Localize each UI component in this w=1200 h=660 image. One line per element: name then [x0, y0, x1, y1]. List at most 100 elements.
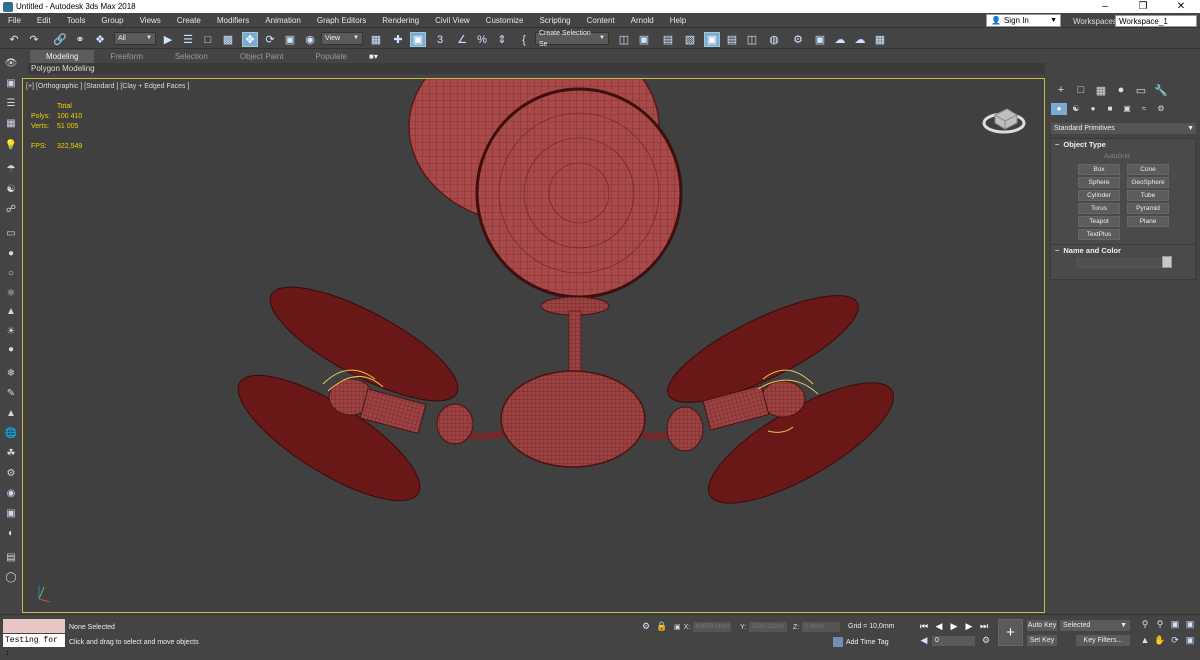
lights-icon[interactable]: ●	[1085, 103, 1101, 115]
undo-icon[interactable]: ↶	[6, 32, 22, 47]
menu-file[interactable]: File	[0, 13, 29, 28]
display-geometry-icon[interactable]: ☂	[4, 164, 18, 176]
sphere-button[interactable]: Sphere	[1078, 177, 1120, 188]
textplus-button[interactable]: TextPlus	[1078, 229, 1120, 240]
motion-tab-icon[interactable]: ●	[1111, 84, 1131, 97]
display-none-icon[interactable]: ▣	[4, 78, 18, 90]
render-setup-icon[interactable]: ⚙	[790, 32, 806, 47]
display-list-icon[interactable]: ☰	[4, 98, 18, 110]
menu-create[interactable]: Create	[169, 13, 209, 28]
set-keys-button[interactable]: +	[998, 619, 1023, 646]
create-tab-icon[interactable]: +	[1051, 84, 1071, 97]
render-production-icon[interactable]: ☁	[832, 32, 848, 47]
key-set-dropdown[interactable]: Selected ▼	[1060, 620, 1130, 631]
tab-freeform[interactable]: Freeform	[94, 50, 158, 63]
mirror-icon[interactable]: ◫	[616, 32, 632, 47]
display-dependencies-icon[interactable]: ⚙	[4, 468, 18, 480]
menu-rendering[interactable]: Rendering	[374, 13, 427, 28]
geometry-icon[interactable]: ●	[1051, 103, 1067, 115]
cone-button[interactable]: Cone	[1127, 164, 1169, 175]
auto-key-button[interactable]: Auto Key	[1027, 620, 1057, 631]
explorer-options-icon[interactable]: ◯	[4, 572, 18, 584]
select-object-icon[interactable]: ▶	[160, 32, 176, 47]
material-editor-icon[interactable]: ◍	[766, 32, 782, 47]
percent-snap-icon[interactable]: %	[474, 32, 490, 47]
pan-view-icon[interactable]: ✋	[1154, 635, 1166, 646]
minimize-icon[interactable]: –	[1086, 0, 1124, 13]
object-color-swatch[interactable]	[1162, 256, 1172, 268]
menu-scripting[interactable]: Scripting	[531, 13, 578, 28]
display-lights-icon[interactable]: 💡	[4, 140, 18, 152]
cameras-icon[interactable]: ■	[1102, 103, 1118, 115]
zoom-all-icon[interactable]: ⚲	[1154, 619, 1166, 630]
menu-group[interactable]: Group	[93, 13, 131, 28]
autogrid-checkbox[interactable]: AutoGrid	[1104, 153, 1130, 160]
display-particles-icon[interactable]: ▲	[4, 306, 18, 318]
tab-object-paint[interactable]: Object Paint	[224, 50, 300, 63]
display-xrefs-icon[interactable]: ☀	[4, 326, 18, 338]
maxscript-mini-listener-input[interactable]: Testing for :	[3, 634, 65, 658]
time-configuration-icon[interactable]: ⚙	[980, 635, 992, 646]
display-spacewarps-icon[interactable]: ●	[4, 248, 18, 260]
tab-populate[interactable]: Populate	[299, 50, 363, 63]
menu-content[interactable]: Content	[579, 13, 623, 28]
menu-modifiers[interactable]: Modifiers	[209, 13, 257, 28]
curve-editor-icon[interactable]: ▤	[724, 32, 740, 47]
coord-x-field[interactable]: 49650,0mm	[693, 622, 732, 632]
menu-arnold[interactable]: Arnold	[623, 13, 662, 28]
geosphere-button[interactable]: GeoSphere	[1127, 177, 1169, 188]
layer-icon[interactable]: ◐	[4, 528, 18, 540]
window-crossing-icon[interactable]: ▩	[220, 32, 236, 47]
sign-in-dropdown[interactable]: 👤 Sign In ▼	[986, 14, 1061, 27]
menu-edit[interactable]: Edit	[29, 13, 59, 28]
tab-modeling[interactable]: Modeling	[30, 50, 95, 63]
display-groups-icon[interactable]: ●	[4, 344, 18, 356]
coord-y-field[interactable]: 1530,182m	[749, 622, 788, 632]
spinner-snap-icon[interactable]: ⇕	[494, 32, 510, 47]
display-bones-icon[interactable]: ○	[4, 268, 18, 280]
link-icon[interactable]: 🔗	[52, 32, 68, 47]
add-time-tag-button[interactable]: Add Time Tag	[833, 637, 889, 647]
selection-filter-dropdown[interactable]: All ▼	[114, 32, 156, 45]
pivot-center-icon[interactable]: ▦	[368, 32, 384, 47]
scene-explorer-icon[interactable]: ▤	[660, 32, 676, 47]
select-and-scale-icon[interactable]: ▣	[282, 32, 298, 47]
systems-icon[interactable]: ⚙	[1153, 103, 1169, 115]
previous-frame-icon[interactable]: ◀	[933, 621, 945, 632]
maxscript-mini-listener-output[interactable]	[3, 619, 65, 633]
render-iterative-icon[interactable]: ☁	[852, 32, 868, 47]
go-to-end-icon[interactable]: ⏭	[978, 621, 990, 632]
unlink-icon[interactable]: ⚭	[72, 32, 88, 47]
key-mode-icon[interactable]: ◀	[918, 635, 930, 646]
coord-z-field[interactable]: 0,0mm	[802, 622, 841, 632]
current-frame-field[interactable]: 0	[932, 636, 975, 646]
zoom-extents-all-icon[interactable]: ▣	[1184, 619, 1196, 630]
menu-graph-editors[interactable]: Graph Editors	[309, 13, 374, 28]
helpers-icon[interactable]: ▣	[1119, 103, 1135, 115]
isolate-selection-icon[interactable]: ⚙	[640, 621, 652, 632]
maximize-viewport-icon[interactable]: ▣	[1184, 635, 1196, 646]
ribbon-options-icon[interactable]: ■▾	[369, 52, 378, 61]
shapes-icon[interactable]: ☯	[1068, 103, 1084, 115]
display-influences-icon[interactable]: ☘	[4, 448, 18, 460]
workspace-select[interactable]: Workspace_1	[1115, 15, 1197, 27]
display-frozen-icon[interactable]: ❄	[4, 368, 18, 380]
box-button[interactable]: Box	[1078, 164, 1120, 175]
menu-civil-view[interactable]: Civil View	[427, 13, 478, 28]
display-hierarchy-icon[interactable]: ▦	[4, 118, 18, 130]
tab-selection[interactable]: Selection	[159, 50, 224, 63]
plane-button[interactable]: Plane	[1127, 216, 1169, 227]
select-and-place-icon[interactable]: ◉	[302, 32, 318, 47]
go-to-start-icon[interactable]: ⏮	[918, 621, 930, 632]
orbit-icon[interactable]: ⟳	[1169, 635, 1181, 646]
key-filters-button[interactable]: Key Filters...	[1076, 635, 1130, 646]
edit-named-selection-icon[interactable]: {	[516, 32, 532, 47]
teapot-button[interactable]: Teapot	[1078, 216, 1120, 227]
rendered-frame-window-icon[interactable]: ▣	[812, 32, 828, 47]
set-key-button[interactable]: Set Key	[1027, 635, 1057, 646]
scene-explorer-toggle-icon[interactable]: 👁	[4, 58, 18, 70]
menu-help[interactable]: Help	[662, 13, 694, 28]
select-by-name-icon[interactable]: ☰	[180, 32, 196, 47]
display-children-icon[interactable]: 🌐	[4, 428, 18, 440]
modify-tab-icon[interactable]: □	[1071, 84, 1091, 97]
